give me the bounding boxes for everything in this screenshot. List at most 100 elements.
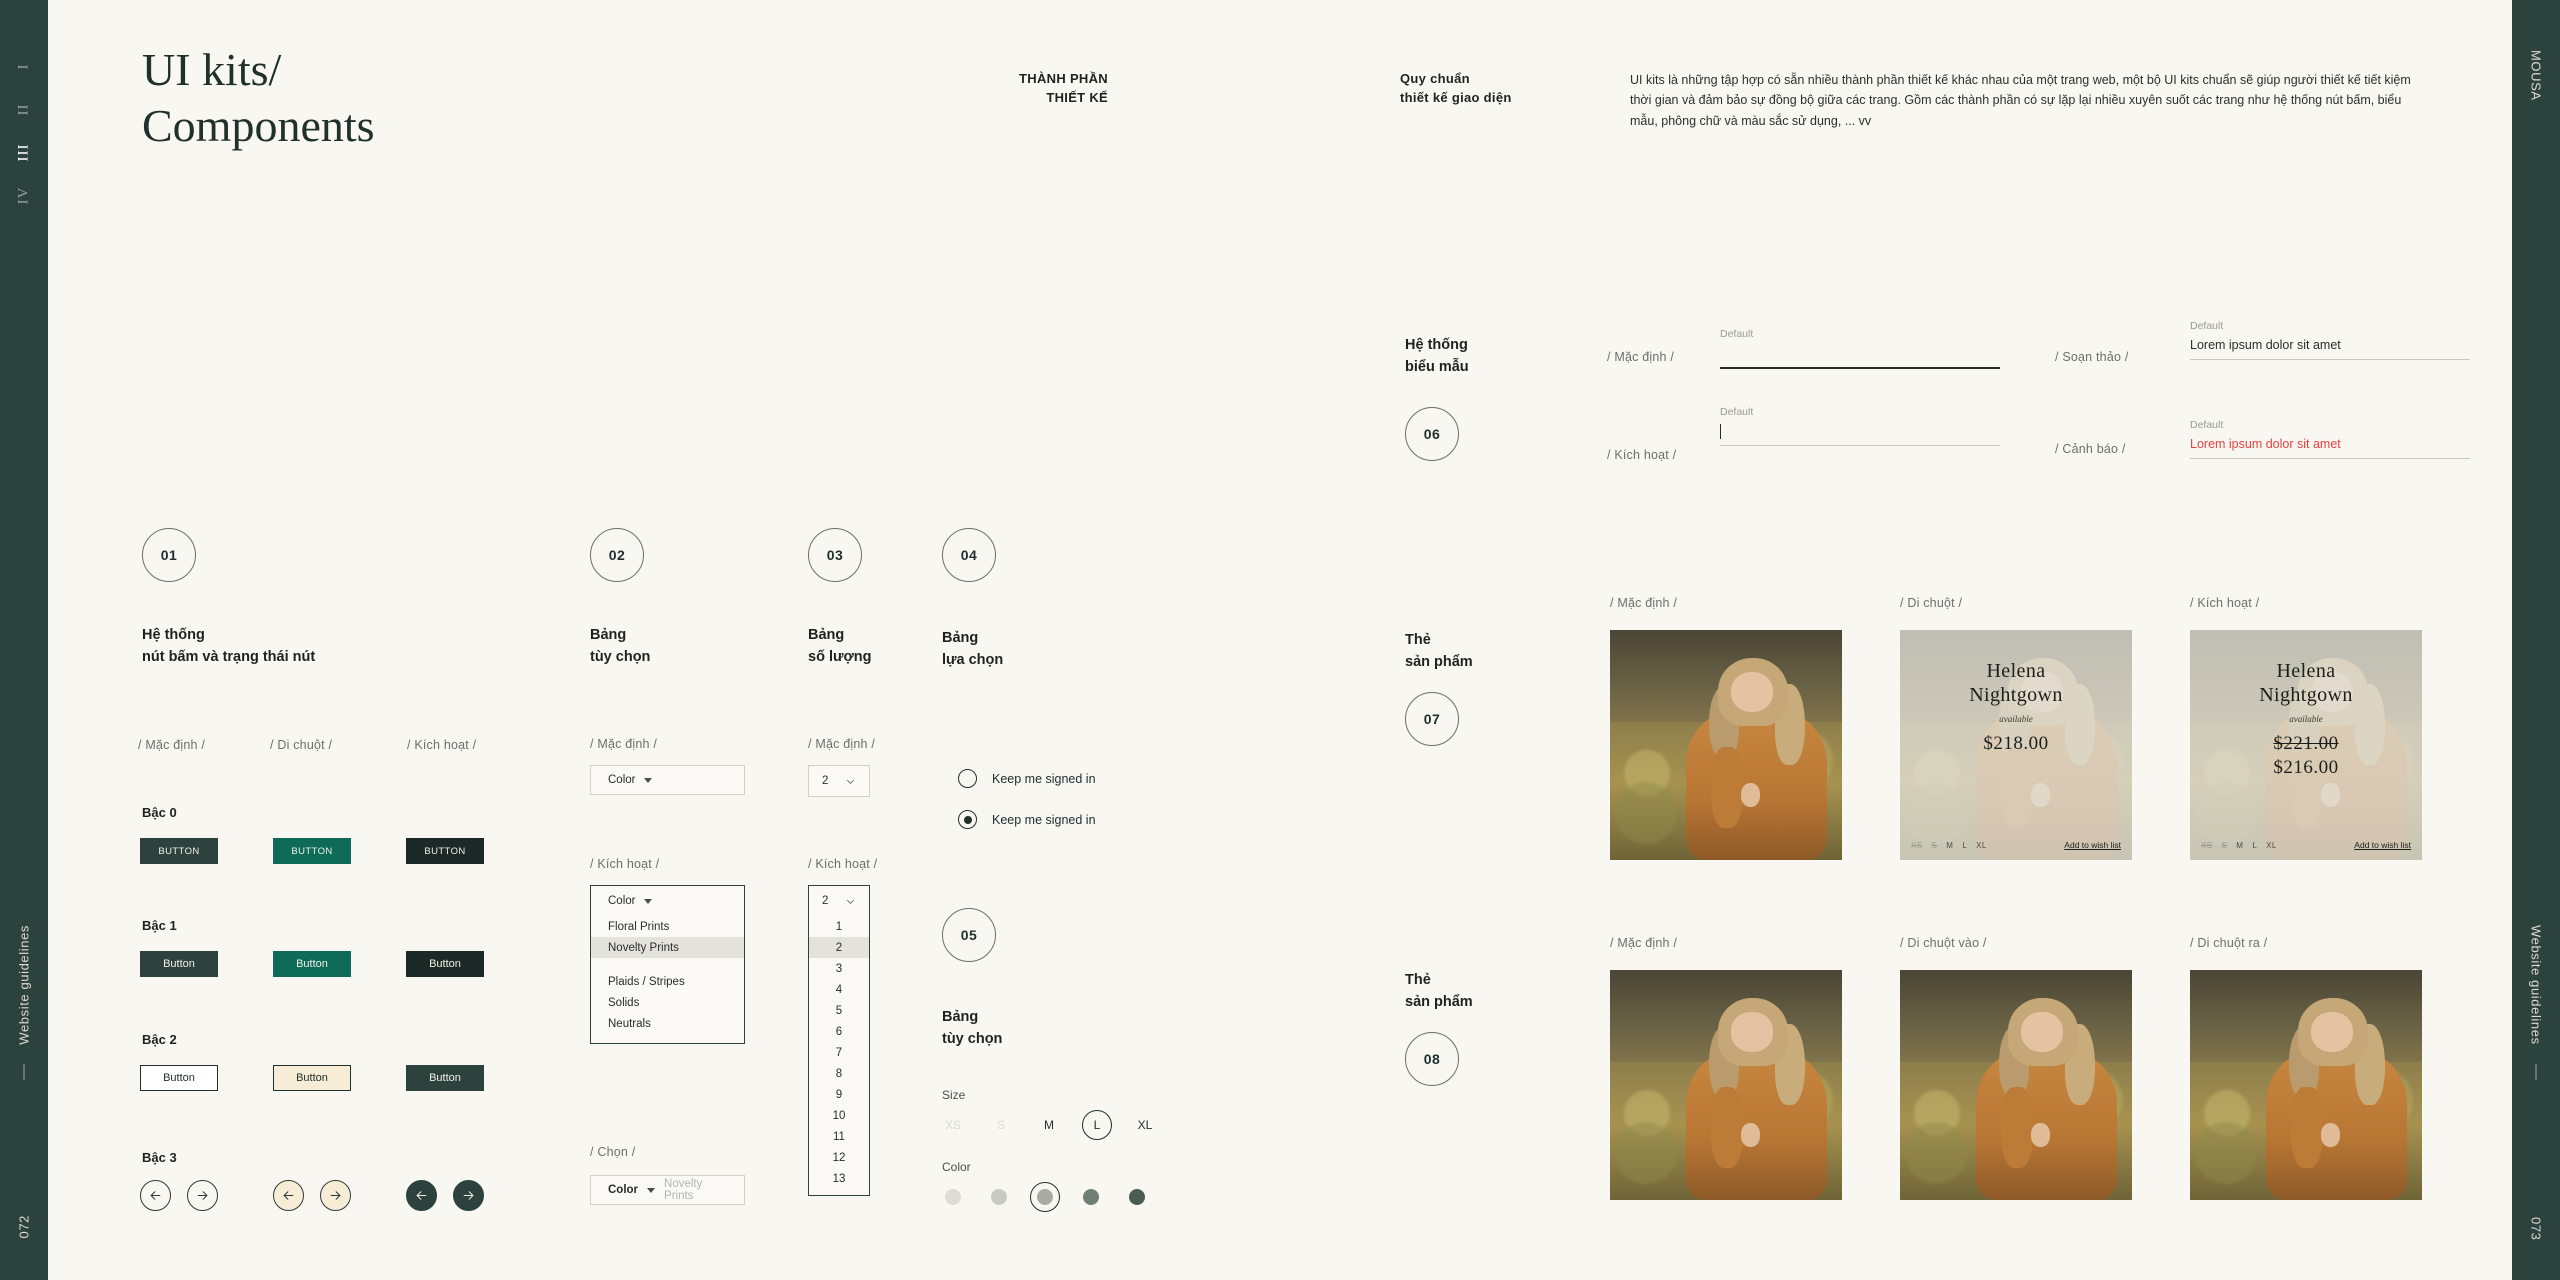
size-option-xs: XS (944, 1118, 961, 1132)
roman-numeral-iii[interactable]: III (16, 144, 33, 162)
size-option-m[interactable]: M (1034, 1110, 1064, 1140)
radio-option-selected[interactable]: Keep me signed in (958, 810, 1096, 829)
size-option-xl[interactable]: XL (1130, 1110, 1160, 1140)
select-qty-item[interactable]: 6 (809, 1021, 869, 1042)
button-tier1-active[interactable]: Button (406, 951, 484, 977)
product-price: $218.00 (1983, 733, 2049, 755)
card2-label-hover-in: / Di chuột vào / (1900, 936, 1987, 950)
section-07-title-line2: sản phẩm (1405, 653, 1473, 670)
arrow-left-button-hover[interactable] (273, 1180, 304, 1211)
field-draft[interactable]: Default Lorem ipsum dolor sit amet (2190, 320, 2470, 360)
section-06-title-line2: biểu mẫu (1405, 358, 1469, 375)
product-card-hover[interactable]: Helena Nightgown available $218.00 XS S … (1900, 630, 2132, 860)
button-tier2-default[interactable]: Button (140, 1065, 218, 1091)
select-qty-item[interactable]: 8 (809, 1063, 869, 1084)
select-option-default[interactable]: Color (590, 765, 745, 795)
select-qty-default[interactable]: 2 (808, 765, 870, 797)
arrow-right-button-hover[interactable] (320, 1180, 351, 1211)
product-card-row2-hover-out[interactable] (2190, 970, 2422, 1200)
product-photo (1610, 970, 1842, 1200)
select-qty-item[interactable]: 13 (809, 1168, 869, 1189)
select-qty-item[interactable]: 4 (809, 979, 869, 1000)
select-qty-item[interactable]: 7 (809, 1042, 869, 1063)
color-swatch-4[interactable] (1076, 1182, 1106, 1212)
left-sidebar: I II III IV Website guidelines 072 (0, 0, 48, 1280)
arrow-left-button-active[interactable] (406, 1180, 437, 1211)
product-card-row2-default[interactable] (1610, 970, 1842, 1200)
size-label: Size (942, 1088, 966, 1102)
select-qty-item[interactable]: 11 (809, 1126, 869, 1147)
button-tier2-hover[interactable]: Button (273, 1065, 351, 1091)
arrow-left-button-default[interactable] (140, 1180, 171, 1211)
button-tier2-active[interactable]: Button (406, 1065, 484, 1091)
product-photo (1900, 970, 2132, 1200)
select-label-default: / Mặc định / (590, 737, 658, 751)
button-tier0-hover[interactable]: BUTTON (273, 838, 351, 864)
select-qty-open[interactable]: 2 1 2 3 4 5 6 7 8 9 10 11 12 13 (808, 885, 870, 1196)
select-option-item-highlighted[interactable]: Novelty Prints (591, 937, 744, 958)
product-size-xl[interactable]: XL (1976, 841, 1987, 850)
select-qty-item[interactable]: 10 (809, 1105, 869, 1126)
select-option-open[interactable]: Color Floral Prints Novelty Prints Plaid… (590, 885, 745, 1044)
radio-icon-checked (958, 810, 977, 829)
field-warning[interactable]: Default Lorem ipsum dolor sit amet (2190, 419, 2470, 459)
section-08-title-line2: sản phẩm (1405, 993, 1473, 1010)
button-tier0-active[interactable]: BUTTON (406, 838, 484, 864)
select-option-default-head[interactable]: Color (591, 765, 669, 795)
right-sidebar: MOUSA Website guidelines 073 (2512, 0, 2560, 1280)
select-option-open-head[interactable]: Color (591, 886, 744, 916)
product-card-active[interactable]: Helena Nightgown available $221.00 $216.… (2190, 630, 2422, 860)
tier-0-label: Bậc 0 (142, 805, 177, 820)
roman-numeral-iv[interactable]: IV (15, 187, 32, 205)
select-option-chosen[interactable]: Color Novelty Prints (590, 1175, 745, 1205)
select-qty-item[interactable]: 5 (809, 1000, 869, 1021)
product-size-l[interactable]: L (2252, 841, 2257, 850)
product-size-l[interactable]: L (1962, 841, 1967, 850)
radio-option-unselected[interactable]: Keep me signed in (958, 769, 1096, 788)
select-qty-item[interactable]: 9 (809, 1084, 869, 1105)
add-to-wishlist-link[interactable]: Add to wish list (2064, 840, 2121, 850)
select-qty-item[interactable]: 12 (809, 1147, 869, 1168)
select-option-chosen-head[interactable]: Color Novelty Prints (591, 1175, 744, 1205)
left-page-number: 072 (16, 1215, 32, 1239)
arrow-right-button-default[interactable] (187, 1180, 218, 1211)
chevron-down-icon (847, 899, 854, 904)
button-tier1-default[interactable]: Button (140, 951, 218, 977)
text-cursor-icon (1720, 424, 1721, 439)
product-size-m[interactable]: M (2236, 841, 2243, 850)
select-option-item[interactable]: Solids (591, 992, 744, 1013)
roman-numeral-i[interactable]: I (16, 64, 33, 70)
select-qty-default-head[interactable]: 2 (809, 766, 869, 796)
arrow-right-button-active[interactable] (453, 1180, 484, 1211)
select-qty-item[interactable]: 3 (809, 958, 869, 979)
product-size-m[interactable]: M (1946, 841, 1953, 850)
size-option-l-selected[interactable]: L (1082, 1110, 1112, 1140)
field-default[interactable]: Default (1720, 328, 2000, 369)
roman-numeral-ii[interactable]: II (16, 104, 33, 116)
select-option-item[interactable]: Neutrals (591, 1013, 744, 1034)
button-tier0-default[interactable]: BUTTON (140, 838, 218, 864)
right-page-number: 073 (2528, 1217, 2544, 1241)
card2-label-hover-out: / Di chuột ra / (2190, 936, 2268, 950)
color-swatch-5[interactable] (1122, 1182, 1152, 1212)
product-card-row2-hover-in[interactable] (1900, 970, 2132, 1200)
select-option-item[interactable]: Floral Prints (591, 916, 744, 937)
product-size-xl[interactable]: XL (2266, 841, 2277, 850)
product-card-default[interactable] (1610, 630, 1842, 860)
color-swatch-2[interactable] (984, 1182, 1014, 1212)
button-tier1-hover[interactable]: Button (273, 951, 351, 977)
select-option-item[interactable]: Plaids / Stripes (591, 971, 744, 992)
qty-label-active: / Kích hoạt / (808, 857, 878, 871)
select-qty-open-head[interactable]: 2 (809, 886, 869, 916)
section-06-title-line1: Hệ thống (1405, 337, 1468, 353)
select-qty-item[interactable]: 1 (809, 916, 869, 937)
product-name-line1: Helena (1986, 660, 2046, 682)
chevron-down-icon (847, 779, 854, 784)
add-to-wishlist-link[interactable]: Add to wish list (2354, 840, 2411, 850)
field-active-value (1720, 424, 2000, 440)
color-swatch-3-selected[interactable] (1030, 1182, 1060, 1212)
color-swatch-1[interactable] (938, 1182, 968, 1212)
select-qty-item-highlighted[interactable]: 2 (809, 937, 869, 958)
field-active[interactable]: Default (1720, 406, 2000, 446)
field-draft-value: Lorem ipsum dolor sit amet (2190, 338, 2341, 352)
